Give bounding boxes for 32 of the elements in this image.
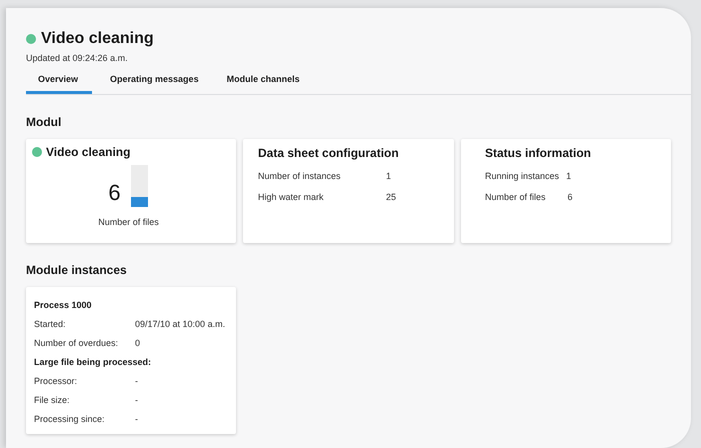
field-label: Number of instances: [258, 171, 342, 181]
section-title: Modul: [26, 115, 62, 129]
field-label: File size:: [34, 395, 71, 405]
card-title: Status information: [484, 145, 592, 160]
updated-time: Updated at 09:24:26 a.m.: [26, 53, 129, 63]
card-title: Video cleaning: [46, 145, 130, 159]
field-label: Started:: [34, 319, 67, 329]
field-value: 09/17/10 at 10:00 a.m.: [135, 319, 226, 329]
field-label: Number of overdues:: [34, 338, 120, 348]
section-title: Module instances: [26, 263, 128, 277]
group-heading: Large file being processed:: [34, 357, 152, 367]
field-label: Processor:: [34, 376, 78, 386]
field-value: -: [135, 395, 138, 405]
field-label: Number of files: [485, 192, 546, 202]
field-value: -: [135, 376, 138, 386]
tab[interactable]: Module channels: [216, 69, 310, 94]
field-value: 25: [386, 192, 396, 202]
tab[interactable]: Overview: [26, 69, 92, 94]
field-value: 1: [386, 171, 392, 181]
field-label: Processing since:: [34, 414, 106, 424]
tab[interactable]: Operating messages: [100, 69, 209, 94]
page-title: Video cleaning: [41, 30, 154, 48]
field-value: 6: [568, 192, 573, 202]
card-title: Data sheet configuration: [257, 145, 400, 160]
field-label: Running instances: [485, 171, 560, 181]
field-label: High water mark: [258, 192, 325, 202]
field-value: -: [135, 414, 138, 424]
file-count: 6: [108, 181, 121, 205]
field-value: 0: [135, 338, 140, 348]
gauge-caption: Number of files: [97, 217, 160, 227]
group-heading: Process 1000: [34, 300, 93, 310]
field-value: 1: [566, 171, 572, 181]
